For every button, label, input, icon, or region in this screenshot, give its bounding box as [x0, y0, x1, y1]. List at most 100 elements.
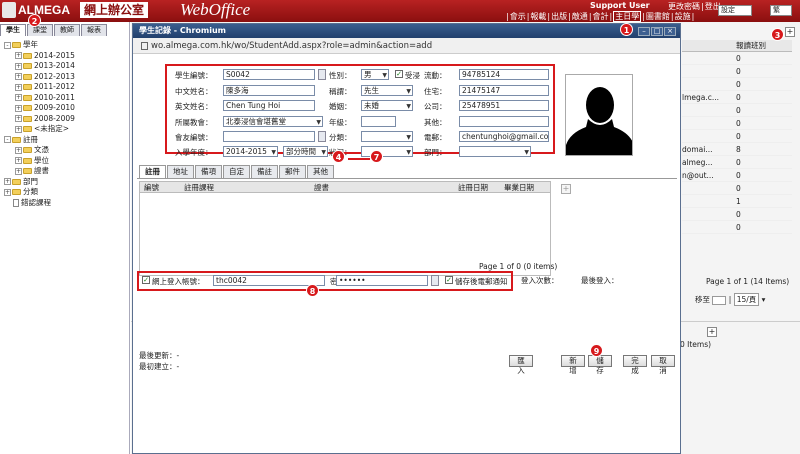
- tree-item[interactable]: + 分類: [4, 187, 75, 198]
- minimize-icon[interactable]: –: [638, 27, 650, 36]
- mobile-field[interactable]: 94785124: [459, 69, 549, 80]
- other-field[interactable]: [459, 116, 549, 127]
- expand-icon[interactable]: +: [15, 167, 22, 175]
- home-phone-field[interactable]: 21475147: [459, 85, 549, 96]
- status-select[interactable]: ▼: [361, 146, 413, 157]
- lookup-button[interactable]: [318, 69, 326, 80]
- tree-item[interactable]: - 註冊: [4, 135, 75, 146]
- member-lookup-button[interactable]: [318, 131, 326, 142]
- close-icon[interactable]: ×: [664, 27, 676, 36]
- col-course[interactable]: 註冊課程: [184, 182, 214, 193]
- page-size-select[interactable]: 15/頁: [733, 293, 760, 306]
- baptized-checkbox[interactable]: ✓: [395, 70, 403, 78]
- module-link[interactable]: 圖書館: [646, 12, 670, 21]
- table-row[interactable]: 0: [682, 117, 792, 130]
- table-row[interactable]: n@out... 0: [682, 169, 792, 182]
- marital-select[interactable]: 未婚 ▼: [361, 100, 413, 111]
- table-row[interactable]: 0: [682, 221, 792, 234]
- expand-icon[interactable]: +: [15, 52, 22, 59]
- grade-field[interactable]: [361, 116, 396, 127]
- expand-icon[interactable]: +: [15, 104, 22, 112]
- expand-icon[interactable]: +: [15, 157, 22, 164]
- module-link[interactable]: 敵通: [572, 12, 588, 21]
- expand-icon[interactable]: +: [4, 188, 11, 196]
- table-row[interactable]: 0: [682, 182, 792, 195]
- tree-item[interactable]: +2008-2009: [4, 114, 75, 125]
- tab-students[interactable]: 學生: [0, 24, 26, 36]
- table-row[interactable]: 0: [682, 78, 792, 91]
- new-button[interactable]: 新增: [561, 355, 585, 375]
- table-row[interactable]: 0: [682, 130, 792, 143]
- dept-select[interactable]: ▼: [459, 146, 531, 157]
- module-link[interactable]: 設施: [675, 12, 691, 21]
- tree-item[interactable]: - 學年: [4, 40, 75, 51]
- add-icon[interactable]: +: [707, 327, 717, 337]
- table-row[interactable]: lmega.c... 0: [682, 91, 792, 104]
- office-phone-field[interactable]: 25478951: [459, 100, 549, 111]
- cn-name-field[interactable]: 陳多海: [223, 85, 315, 96]
- tab-reports[interactable]: 報表: [81, 24, 107, 36]
- tree-item[interactable]: +2009-2010: [4, 103, 75, 114]
- settings-dropdown[interactable]: 設定: [718, 5, 752, 16]
- import-button[interactable]: 匯入: [509, 355, 533, 375]
- tree-item[interactable]: + 部門: [4, 177, 75, 188]
- sunday-school-link[interactable]: 主日學: [613, 11, 642, 22]
- tab-registration[interactable]: 註冊: [139, 165, 166, 178]
- tree-item[interactable]: 錯認課程: [4, 198, 75, 209]
- generate-password-button[interactable]: [431, 275, 439, 286]
- expand-icon[interactable]: +: [15, 83, 22, 91]
- tab-other[interactable]: 其他: [307, 165, 334, 178]
- tab-mail[interactable]: 郵件: [279, 165, 306, 178]
- password-field[interactable]: ••••••: [336, 275, 428, 286]
- col-grad-date[interactable]: 畢業日期: [504, 182, 534, 193]
- collapse-icon[interactable]: -: [4, 41, 11, 49]
- session-select[interactable]: 部分時間 ▼: [283, 146, 328, 157]
- tab-items[interactable]: 備項: [195, 165, 222, 178]
- page-input[interactable]: [712, 295, 727, 305]
- student-photo[interactable]: [565, 74, 633, 156]
- table-row[interactable]: 0: [682, 208, 792, 221]
- table-row[interactable]: 0: [682, 65, 792, 78]
- col-reg-date[interactable]: 註冊日期: [458, 182, 488, 193]
- expand-icon[interactable]: +: [4, 178, 11, 185]
- gender-select[interactable]: 男 ▼: [361, 69, 389, 80]
- expand-icon[interactable]: +: [15, 125, 22, 133]
- en-name-field[interactable]: Chen Tung Hoi: [223, 100, 315, 111]
- tree-item[interactable]: + 證書: [4, 166, 75, 177]
- tab-notes[interactable]: 備註: [251, 165, 278, 178]
- tree-item[interactable]: + <未指定>: [4, 124, 75, 135]
- student-no-field[interactable]: S0042: [223, 69, 315, 80]
- email-field[interactable]: chentunghoi@gmail.com: [459, 131, 549, 142]
- done-button[interactable]: 完成: [623, 355, 647, 375]
- expand-icon[interactable]: +: [15, 115, 22, 122]
- expand-icon[interactable]: +: [15, 146, 22, 154]
- tree-item[interactable]: +2010-2011: [4, 93, 75, 104]
- church-select[interactable]: 北泰浸信會堪舊堂 ▼: [223, 116, 323, 127]
- member-no-field[interactable]: [223, 131, 315, 142]
- maximize-icon[interactable]: □: [651, 27, 663, 36]
- add-icon[interactable]: +: [785, 27, 795, 37]
- title-select[interactable]: 先生 ▼: [361, 85, 413, 96]
- expand-icon[interactable]: +: [15, 62, 22, 70]
- table-row[interactable]: 0: [682, 104, 792, 117]
- collapse-icon[interactable]: -: [4, 136, 11, 143]
- email-notify-checkbox[interactable]: ✓: [445, 276, 453, 284]
- address-bar[interactable]: wo.almega.com.hk/wo/StudentAdd.aspx?role…: [133, 38, 680, 54]
- tab-address[interactable]: 地址: [167, 165, 194, 178]
- tree-item[interactable]: + 文憑: [4, 145, 75, 156]
- col-no[interactable]: 編號: [144, 182, 159, 193]
- tree-item[interactable]: +2013-2014: [4, 61, 75, 72]
- category-select[interactable]: ▼: [361, 131, 413, 142]
- tree-item[interactable]: + 學位: [4, 156, 75, 167]
- expand-icon[interactable]: +: [15, 94, 22, 101]
- tree-item[interactable]: +2011-2012: [4, 82, 75, 93]
- table-row[interactable]: almeg... 0: [682, 156, 792, 169]
- cancel-button[interactable]: 取消: [651, 355, 675, 375]
- tab-custom[interactable]: 自定: [223, 165, 250, 178]
- table-row[interactable]: 0: [682, 52, 792, 65]
- change-password-link[interactable]: 更改密碼: [668, 2, 700, 11]
- module-link[interactable]: 會計: [593, 12, 609, 21]
- col-cert[interactable]: 證書: [314, 182, 329, 193]
- add-row-icon[interactable]: +: [561, 184, 571, 194]
- expand-icon[interactable]: +: [15, 73, 22, 80]
